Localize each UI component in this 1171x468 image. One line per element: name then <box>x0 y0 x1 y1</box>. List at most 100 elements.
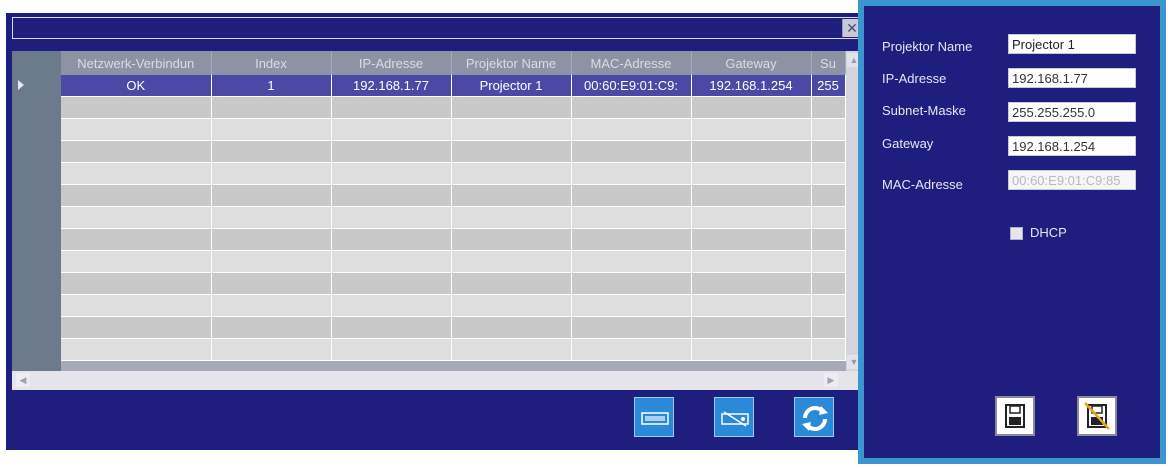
table-row[interactable] <box>61 140 846 163</box>
table-cell <box>331 338 452 361</box>
save-button[interactable] <box>995 396 1035 436</box>
refresh-button[interactable] <box>794 397 834 437</box>
projector-button[interactable] <box>634 397 674 437</box>
table-cell <box>691 162 812 185</box>
column-header-gateway[interactable]: Gateway <box>691 51 812 75</box>
table-cell <box>811 184 846 207</box>
dhcp-label: DHCP <box>1030 225 1067 240</box>
table-cell <box>571 162 692 185</box>
table-cell <box>331 118 452 141</box>
current-row-arrow-icon <box>18 80 24 90</box>
table-cell <box>811 118 846 141</box>
column-header-subnet[interactable]: Su <box>811 51 846 75</box>
table-row-selected[interactable]: OK 1 192.168.1.77 Projector 1 00:60:E9:0… <box>61 75 846 97</box>
table-cell <box>211 206 332 229</box>
table-cell <box>61 140 212 163</box>
table-row[interactable] <box>61 250 846 273</box>
table-cell <box>691 228 812 251</box>
table-cell <box>811 206 846 229</box>
table-cell <box>811 338 846 361</box>
table-cell <box>211 272 332 295</box>
table-cell <box>811 316 846 339</box>
table-cell <box>61 228 212 251</box>
table-row[interactable] <box>61 272 846 295</box>
table-cell <box>331 316 452 339</box>
mac-address-input: 00:60:E9:01:C9:85 <box>1008 170 1136 190</box>
dhcp-checkbox[interactable] <box>1010 227 1023 240</box>
table-cell <box>571 206 692 229</box>
table-cell <box>61 338 212 361</box>
cell-gateway: 192.168.1.254 <box>691 75 812 97</box>
table-cell <box>61 206 212 229</box>
discard-disk-icon <box>1084 402 1110 430</box>
scroll-right-icon[interactable]: ▶ <box>824 373 838 387</box>
horizontal-scrollbar[interactable]: ◀ ▶ <box>12 371 862 390</box>
table-cell <box>211 140 332 163</box>
cell-index: 1 <box>211 75 332 97</box>
table-row[interactable] <box>61 184 846 207</box>
table-cell <box>691 118 812 141</box>
column-header-mac[interactable]: MAC-Adresse <box>571 51 692 75</box>
cell-ip: 192.168.1.77 <box>331 75 452 97</box>
column-header-index[interactable]: Index <box>211 51 332 75</box>
table-cell <box>61 316 212 339</box>
table-cell <box>331 294 452 317</box>
table-row[interactable] <box>61 118 846 141</box>
table-cell <box>61 118 212 141</box>
table-cell <box>571 338 692 361</box>
table-row[interactable] <box>61 294 846 317</box>
table-cell <box>451 250 572 273</box>
table-row[interactable] <box>61 96 846 119</box>
row-header-column <box>12 51 61 371</box>
table-cell <box>451 316 572 339</box>
table-cell <box>571 316 692 339</box>
table-cell <box>61 96 212 119</box>
table-cell <box>571 184 692 207</box>
cell-projector-name: Projector 1 <box>451 75 572 97</box>
table-cell <box>451 162 572 185</box>
gateway-input[interactable]: 192.168.1.254 <box>1008 136 1136 156</box>
column-header-projector-name[interactable]: Projektor Name <box>451 51 572 75</box>
table-cell <box>211 162 332 185</box>
window-title-bar: ✕ <box>12 17 862 39</box>
ip-address-input[interactable]: 192.168.1.77 <box>1008 68 1136 88</box>
table-cell <box>61 272 212 295</box>
label-projector-name: Projektor Name <box>882 39 973 54</box>
table-cell <box>691 272 812 295</box>
table-cell <box>211 228 332 251</box>
cell-network: OK <box>61 75 212 97</box>
discard-button[interactable] <box>1077 396 1117 436</box>
projector-data-table: Netzwerk-Verbindun Index IP-Adresse Proj… <box>61 51 846 361</box>
label-gateway: Gateway <box>882 136 934 151</box>
table-cell <box>211 96 332 119</box>
table-cell <box>451 272 572 295</box>
projector-settings-panel: Projektor Name Projector 1 IP-Adresse 19… <box>858 0 1166 464</box>
subnet-mask-input[interactable]: 255.255.255.0 <box>1008 102 1136 122</box>
table-cell <box>691 96 812 119</box>
table-cell <box>331 228 452 251</box>
table-cell <box>811 96 846 119</box>
table-cell <box>451 294 572 317</box>
table-cell <box>61 250 212 273</box>
label-mac-address: MAC-Adresse <box>882 177 963 192</box>
table-cell <box>571 228 692 251</box>
table-row[interactable] <box>61 206 846 229</box>
table-cell <box>691 184 812 207</box>
label-subnet-mask: Subnet-Maske <box>882 103 966 118</box>
column-header-network[interactable]: Netzwerk-Verbindun <box>61 51 212 75</box>
scroll-left-icon[interactable]: ◀ <box>16 373 30 387</box>
table-row[interactable] <box>61 162 846 185</box>
table-row[interactable] <box>61 316 846 339</box>
table-row[interactable] <box>61 228 846 251</box>
table-cell <box>451 140 572 163</box>
table-cell <box>211 294 332 317</box>
table-row[interactable] <box>61 338 846 361</box>
column-header-ip[interactable]: IP-Adresse <box>331 51 452 75</box>
table-cell <box>61 162 212 185</box>
table-cell <box>331 206 452 229</box>
table-cell <box>571 118 692 141</box>
projector-name-input[interactable]: Projector 1 <box>1008 34 1136 54</box>
table-cell <box>211 118 332 141</box>
table-cell <box>571 294 692 317</box>
projector-connect-button[interactable] <box>714 397 754 437</box>
